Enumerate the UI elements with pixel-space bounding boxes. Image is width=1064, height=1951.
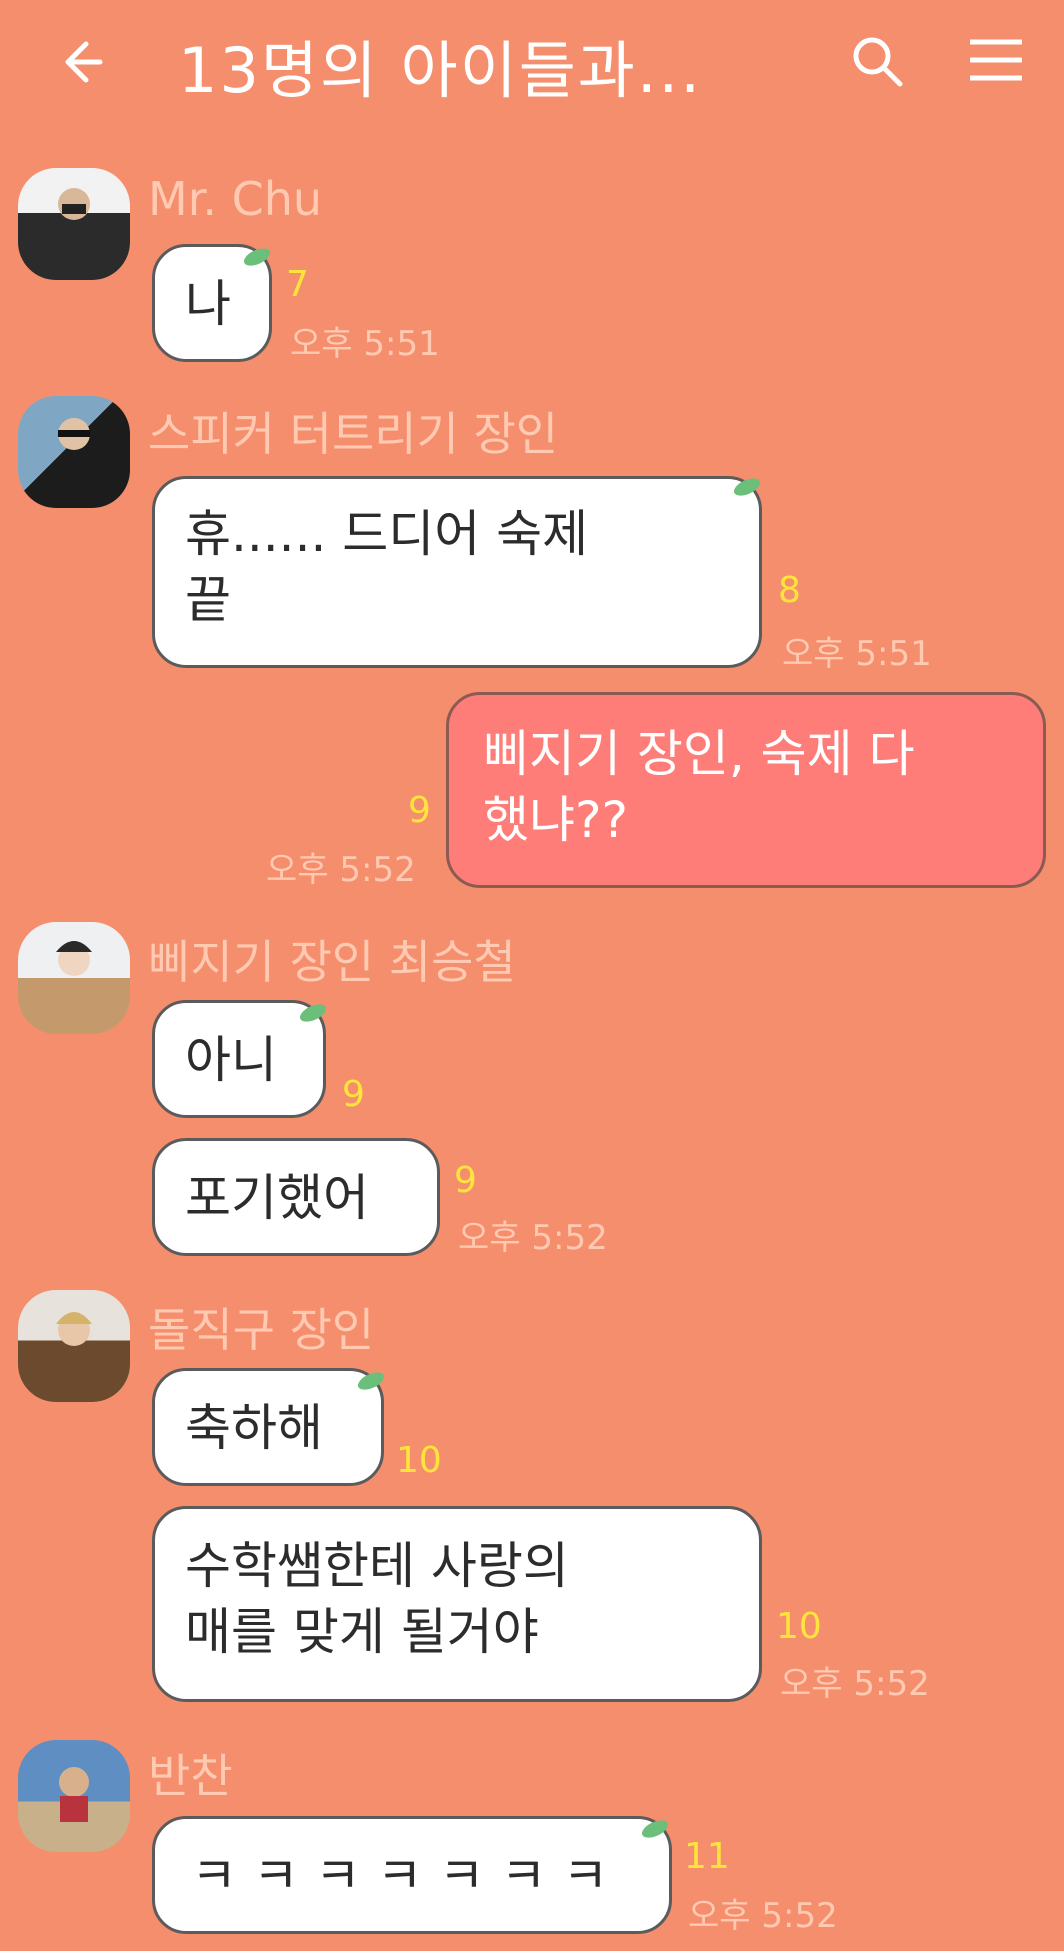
sender-name: 반찬 <box>148 1749 233 1803</box>
unread-count: 9 <box>342 1074 365 1115</box>
message-time: 오후 5:51 <box>290 324 440 364</box>
unread-count: 9 <box>454 1160 477 1201</box>
hamburger-menu-icon <box>970 39 1022 81</box>
unread-count: 7 <box>286 264 309 305</box>
leaf-icon <box>641 1820 669 1838</box>
message-bubble[interactable]: 삐지기 장인, 숙제 다 했냐?? <box>446 692 1046 888</box>
message-bubble[interactable]: 포기했어 <box>152 1138 440 1256</box>
sender-name: 스피커 터트리기 장인 <box>148 407 559 461</box>
avatar[interactable] <box>18 168 130 280</box>
message-bubble[interactable]: 휴...... 드디어 숙제 끝 <box>152 476 762 668</box>
message-time: 오후 5:52 <box>688 1896 838 1936</box>
avatar[interactable] <box>18 1740 130 1852</box>
message-bubble[interactable]: ㅋ ㅋ ㅋ ㅋ ㅋ ㅋ ㅋ <box>152 1816 672 1934</box>
sender-name: 돌직구 장인 <box>148 1303 375 1357</box>
message-time: 오후 5:52 <box>780 1664 930 1704</box>
message-text: 수학쌤한테 사랑의 매를 맞게 될거야 <box>185 1537 569 1661</box>
avatar[interactable] <box>18 396 130 508</box>
unread-count: 10 <box>776 1606 822 1647</box>
message-bubble[interactable]: 수학쌤한테 사랑의 매를 맞게 될거야 <box>152 1506 762 1702</box>
leaf-icon <box>299 1004 327 1022</box>
unread-count: 9 <box>408 790 431 831</box>
message-text: 축하해 <box>185 1399 323 1457</box>
message-text: 삐지기 장인, 숙제 다 했냐?? <box>483 725 915 849</box>
message-time: 오후 5:51 <box>782 634 932 674</box>
chat-header: 13명의 아이들과... <box>0 0 1064 130</box>
search-button[interactable] <box>846 30 910 94</box>
unread-count: 8 <box>778 570 801 611</box>
unread-count: 10 <box>396 1440 442 1481</box>
back-button[interactable] <box>56 30 120 94</box>
message-time: 오후 5:52 <box>266 850 416 890</box>
avatar[interactable] <box>18 922 130 1034</box>
leaf-icon <box>733 478 761 496</box>
message-text: ㅋ ㅋ ㅋ ㅋ ㅋ ㅋ ㅋ <box>191 1847 609 1905</box>
arrow-left-icon <box>65 41 103 83</box>
unread-count: 11 <box>684 1836 730 1877</box>
avatar[interactable] <box>18 1290 130 1402</box>
leaf-icon <box>243 248 271 266</box>
message-text: 휴...... 드디어 숙제 끝 <box>185 505 589 629</box>
menu-button[interactable] <box>964 28 1028 92</box>
message-text: 나 <box>185 275 231 333</box>
message-bubble[interactable]: 축하해 <box>152 1368 384 1486</box>
sender-name: 삐지기 장인 최승철 <box>148 935 516 989</box>
message-text: 아니 <box>185 1031 277 1089</box>
message-time: 오후 5:52 <box>458 1218 608 1258</box>
leaf-icon <box>357 1372 385 1390</box>
chat-title: 13명의 아이들과... <box>178 34 702 107</box>
search-icon <box>853 37 903 87</box>
message-text: 포기했어 <box>185 1169 369 1227</box>
sender-name: Mr. Chu <box>148 172 323 226</box>
